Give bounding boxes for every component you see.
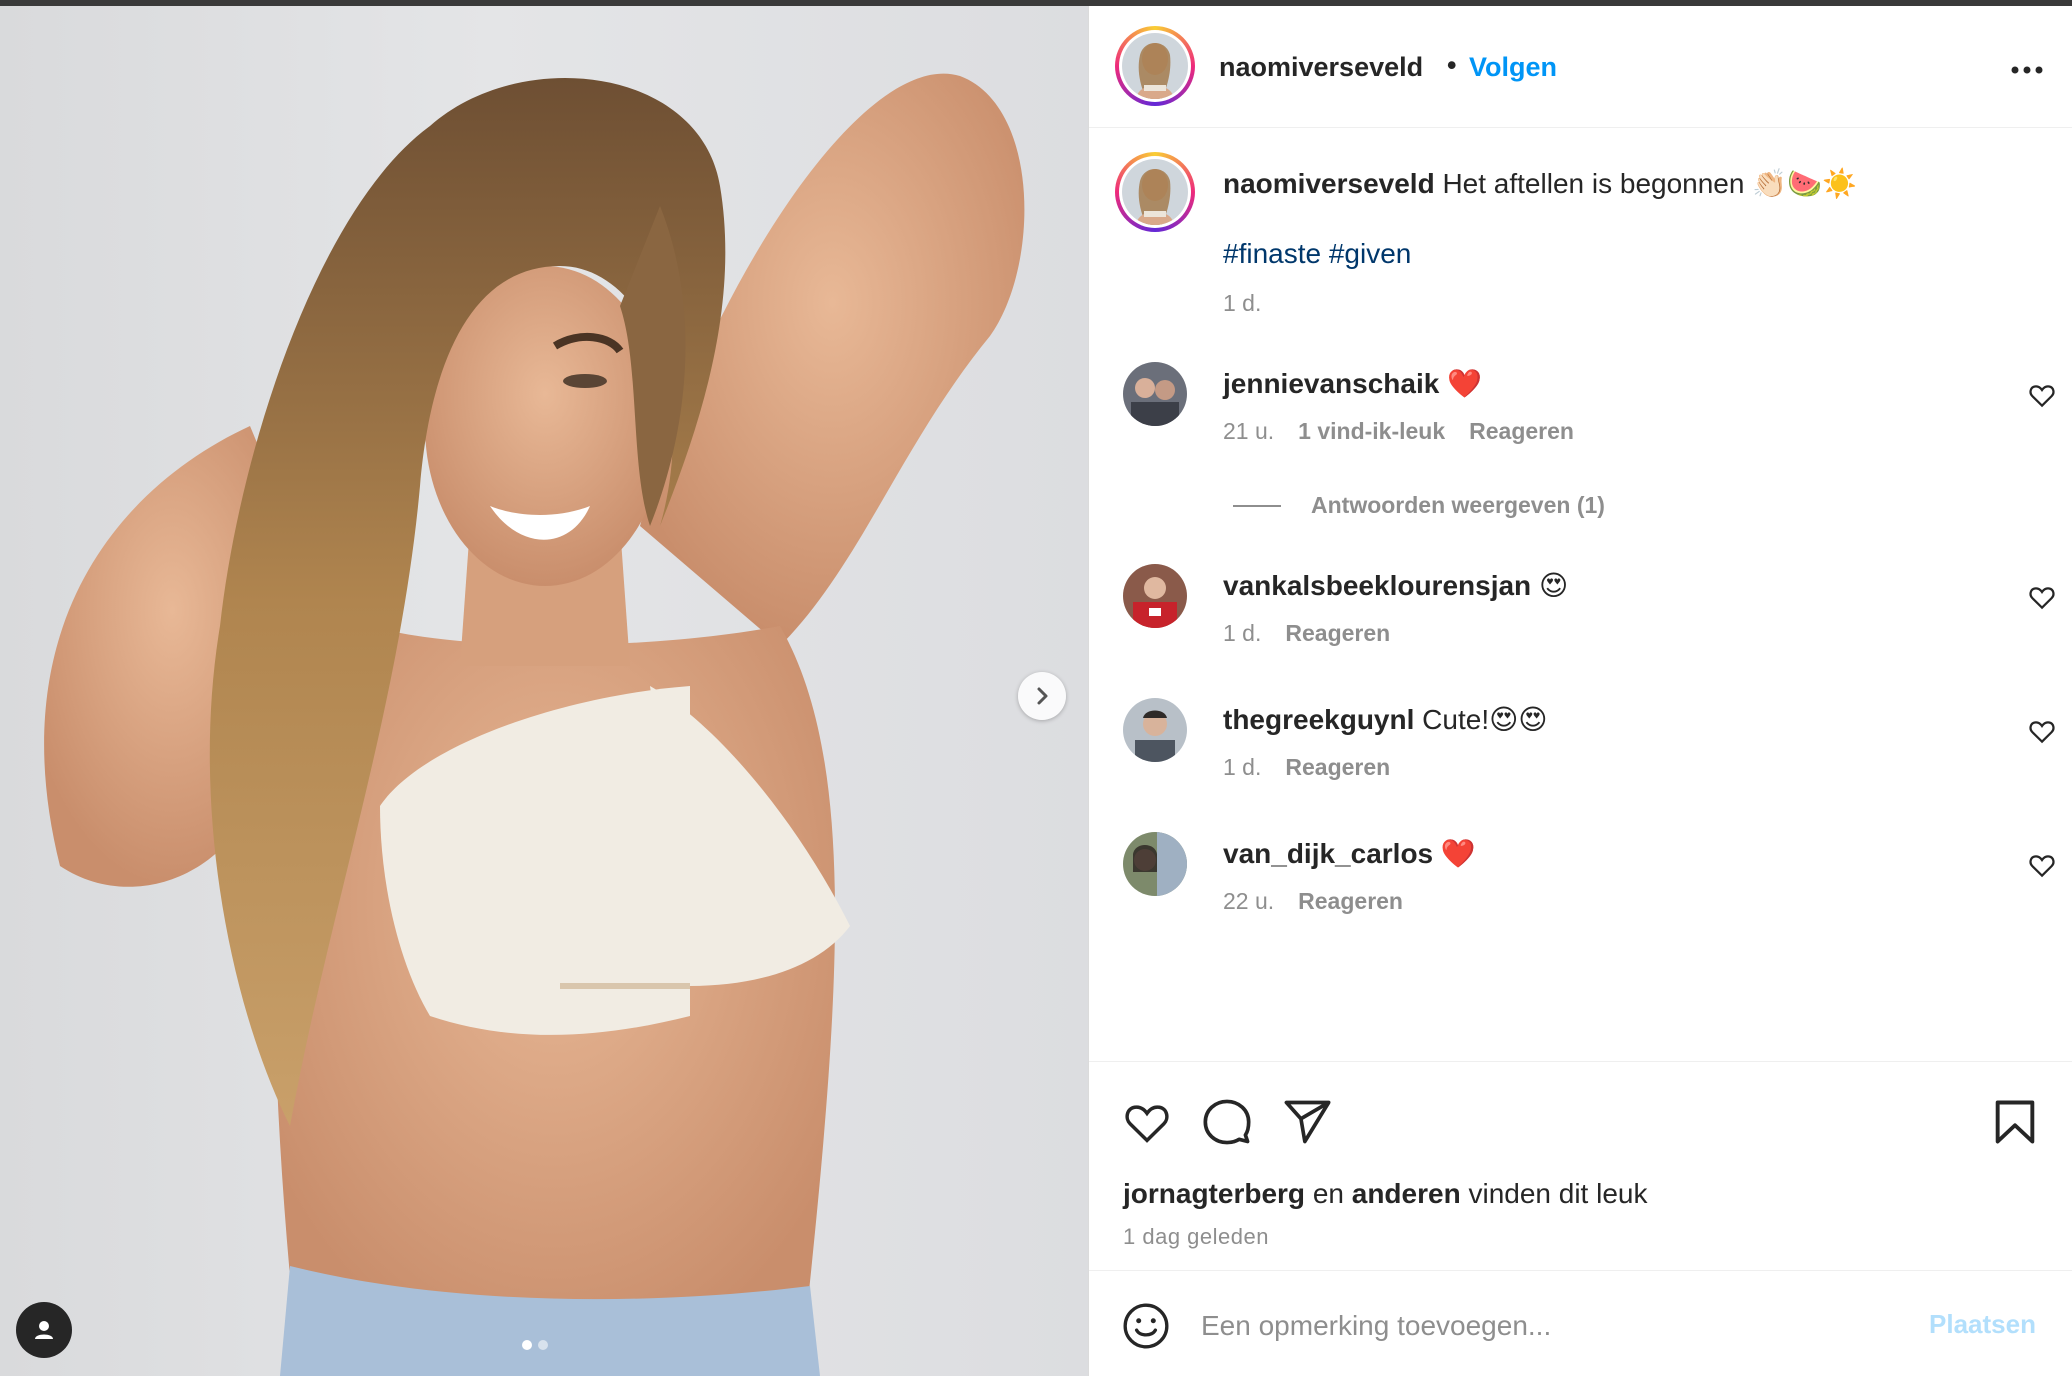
comment-avatar[interactable] [1123,832,1187,896]
follow-button[interactable]: Volgen [1469,52,1557,83]
like-comment-heart-icon[interactable] [2027,850,2057,880]
post-sidebar: naomiverseveld • Volgen naomiverseveld H… [1088,6,2072,1376]
author-avatar-ring[interactable] [1115,26,1195,106]
likes-and: en [1312,1178,1344,1209]
likes-others-link[interactable]: anderen [1352,1178,1461,1209]
comment-meta: 22 u. Reageren [1223,888,1403,915]
comment-text: jennievanschaik ❤️ [1223,366,1482,402]
add-comment-bar: Plaatsen [1089,1270,2072,1376]
post-actions: jornagterberg en anderen vinden dit leuk… [1089,1061,2072,1281]
comment-time: 1 d. [1223,620,1262,646]
comment-text: vankalsbeeklourensjan 😍 [1223,568,1568,604]
post-photo [44,73,1025,1376]
caption-username[interactable]: naomiverseveld [1223,168,1435,199]
view-replies-label: Antwoorden weergeven (1) [1311,492,1605,518]
comment-text: van_dijk_carlos ❤️ [1223,836,1476,872]
comment-icon[interactable] [1201,1096,1253,1148]
chevron-right-icon [1037,687,1048,705]
comment-avatar[interactable] [1123,564,1187,628]
reply-button[interactable]: Reageren [1285,620,1390,647]
caption: naomiverseveld Het aftellen is begonnen … [1223,166,1857,202]
comment-item: vankalsbeeklourensjan 😍 1 d. Reageren [1089,564,2072,674]
comment-username[interactable]: van_dijk_carlos [1223,838,1433,869]
comment-text: thegreekguynl Cute!😍😍 [1223,702,1547,738]
caption-avatar [1122,159,1188,225]
post-header: naomiverseveld • Volgen [1089,6,2072,128]
comment-input[interactable] [1201,1301,1901,1351]
comment-meta: 21 u. 1 vind-ik-leuk Reageren [1223,418,1574,445]
reply-button[interactable]: Reageren [1469,418,1574,445]
comment-time: 21 u. [1223,418,1275,444]
comment-meta: 1 d. Reageren [1223,620,1390,647]
author-avatar [1122,33,1188,99]
comment-meta: 1 d. Reageren [1223,754,1390,781]
reply-button[interactable]: Reageren [1298,888,1403,915]
carousel-dot-active [522,1340,532,1350]
carousel-dot [538,1340,548,1350]
caption-text: Het aftellen is begonnen 👏🏻🍉☀️ [1442,168,1857,199]
bookmark-icon[interactable] [1989,1096,2041,1148]
caption-hashtags[interactable]: #finaste #given [1223,238,1411,270]
comment-item: thegreekguynl Cute!😍😍 1 d. Reageren [1089,698,2072,808]
caption-avatar-ring[interactable] [1115,152,1195,232]
more-options-icon [2011,66,2043,74]
like-comment-heart-icon[interactable] [2027,716,2057,746]
carousel-dots [522,1340,548,1350]
author-username[interactable]: naomiverseveld [1219,52,1423,83]
reply-button[interactable]: Reageren [1285,754,1390,781]
comment-time: 22 u. [1223,888,1275,914]
liker-username[interactable]: jornagterberg [1123,1178,1305,1209]
share-icon[interactable] [1281,1096,1333,1148]
heart-icon[interactable] [1121,1096,1173,1148]
comment-body: Cute!😍😍 [1422,704,1548,735]
comment-avatar[interactable] [1123,362,1187,426]
caption-time: 1 d. [1223,290,1262,316]
more-options-button[interactable] [2007,50,2047,90]
comment-avatar[interactable] [1123,698,1187,762]
comment-time: 1 d. [1223,754,1262,780]
comment-likes[interactable]: 1 vind-ik-leuk [1298,418,1445,445]
post-media[interactable] [0,6,1088,1376]
emoji-icon[interactable] [1121,1301,1171,1351]
comment-body: ❤️ [1447,368,1482,399]
comment-username[interactable]: vankalsbeeklourensjan [1223,570,1531,601]
user-tag-icon [35,1321,53,1339]
comment-item: van_dijk_carlos ❤️ 22 u. Reageren [1089,832,2072,942]
likes-suffix: vinden dit leuk [1468,1178,1648,1209]
comment-item: jennievanschaik ❤️ 21 u. 1 vind-ik-leuk … [1089,362,2072,472]
comment-username[interactable]: thegreekguynl [1223,704,1414,735]
like-comment-heart-icon[interactable] [2027,582,2057,612]
post-date: 1 dag geleden [1123,1224,1269,1249]
header-separator: • [1447,50,1457,80]
comment-username[interactable]: jennievanschaik [1223,368,1439,399]
tagged-users-button[interactable] [16,1302,72,1358]
post-comment-button[interactable]: Plaatsen [1929,1309,2036,1340]
like-comment-heart-icon[interactable] [2027,380,2057,410]
replies-divider [1233,504,1281,507]
next-photo-button[interactable] [1018,672,1066,720]
comment-body: 😍 [1538,570,1569,601]
view-replies-button[interactable]: Antwoorden weergeven (1) [1233,492,1605,519]
likes-summary: jornagterberg en anderen vinden dit leuk [1123,1178,1647,1210]
comment-body: ❤️ [1440,838,1476,869]
